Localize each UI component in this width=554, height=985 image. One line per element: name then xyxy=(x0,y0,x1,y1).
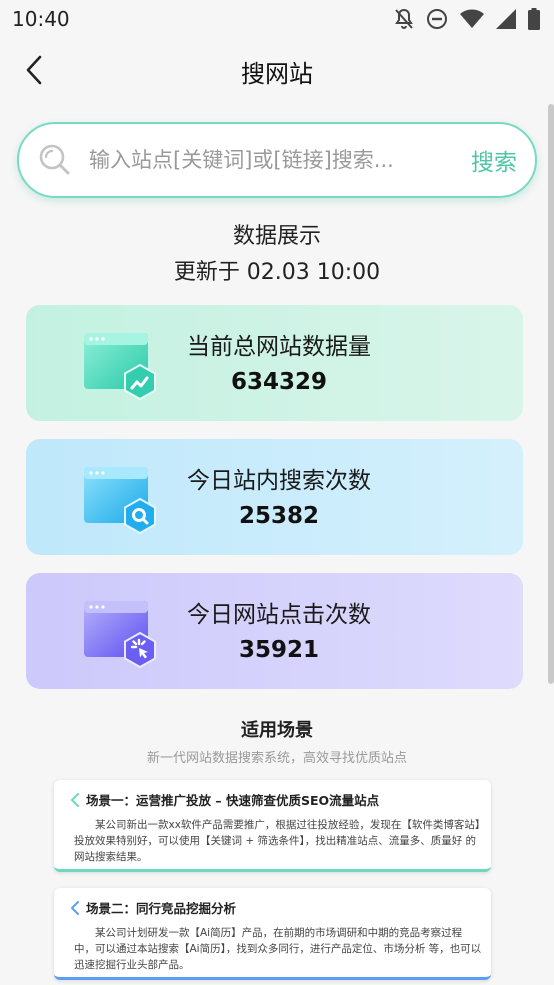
scenario-card-1[interactable]: 场景一：运营推广投放 – 快速筛查优质SEO流量站点 某公司新出一款xx软件产品… xyxy=(54,780,491,872)
app-bar: 搜网站 xyxy=(0,38,554,104)
chevron-left-icon xyxy=(70,900,80,915)
battery-icon xyxy=(528,8,540,30)
scenario-title: 场景二：同行竞品挖掘分析 xyxy=(86,901,237,916)
stat-card-clicks-today: 今日网站点击次数 35921 xyxy=(26,573,523,689)
search-button[interactable]: 搜索 xyxy=(461,143,517,177)
search-bar: 搜索 xyxy=(17,122,537,198)
scenario-card-2[interactable]: 场景二：同行竞品挖掘分析 某公司计划研发一款【Ai简历】产品，在前期的市场调研和… xyxy=(54,888,491,980)
search-icon xyxy=(39,144,70,175)
status-time: 10:40 xyxy=(12,7,70,31)
scenario-body: 某公司计划研发一款【Ai简历】产品，在前期的市场调研和中期的竞品考察过程中，可以… xyxy=(74,927,482,971)
click-icon xyxy=(84,601,156,669)
wifi-icon xyxy=(460,9,484,28)
stat-value: 35921 xyxy=(238,637,320,663)
page-title: 搜网站 xyxy=(241,59,313,88)
data-section-heading: 数据展示 xyxy=(232,224,321,249)
scenario-title: 场景一：运营推广投放 – 快速筛查优质SEO流量站点 xyxy=(86,793,380,808)
stat-label: 今日站内搜索次数 xyxy=(187,468,371,494)
chevron-left-icon xyxy=(70,792,80,807)
stat-label: 当前总网站数据量 xyxy=(187,334,371,360)
stat-label: 今日网站点击次数 xyxy=(187,602,371,628)
scenarios-subtitle: 新一代网站数据搜索系统，高效寻找优质站点 xyxy=(146,751,407,766)
magnify-icon xyxy=(84,467,156,535)
trend-chart-icon xyxy=(84,333,156,401)
update-timestamp: 更新于 02.03 10:00 xyxy=(173,260,381,285)
search-input[interactable] xyxy=(89,148,461,172)
status-bar: 10:40 xyxy=(0,0,554,38)
stat-value: 634329 xyxy=(230,369,328,395)
back-button[interactable] xyxy=(14,50,54,90)
status-icons xyxy=(394,8,540,30)
chevron-left-icon xyxy=(26,55,42,85)
stat-value: 25382 xyxy=(238,503,320,529)
stat-card-total-sites: 当前总网站数据量 634329 xyxy=(26,305,523,421)
do-not-disturb-icon xyxy=(427,9,447,29)
scrollbar[interactable] xyxy=(548,104,554,684)
scenarios-heading: 适用场景 xyxy=(241,720,313,741)
stat-card-searches-today: 今日站内搜索次数 25382 xyxy=(26,439,523,555)
notifications-off-icon xyxy=(395,8,413,29)
cell-signal-icon xyxy=(496,9,516,29)
scenario-body: 某公司新出一款xx软件产品需要推广，根据过往投放经验，发现在【软件类博客站】投放… xyxy=(74,819,481,863)
